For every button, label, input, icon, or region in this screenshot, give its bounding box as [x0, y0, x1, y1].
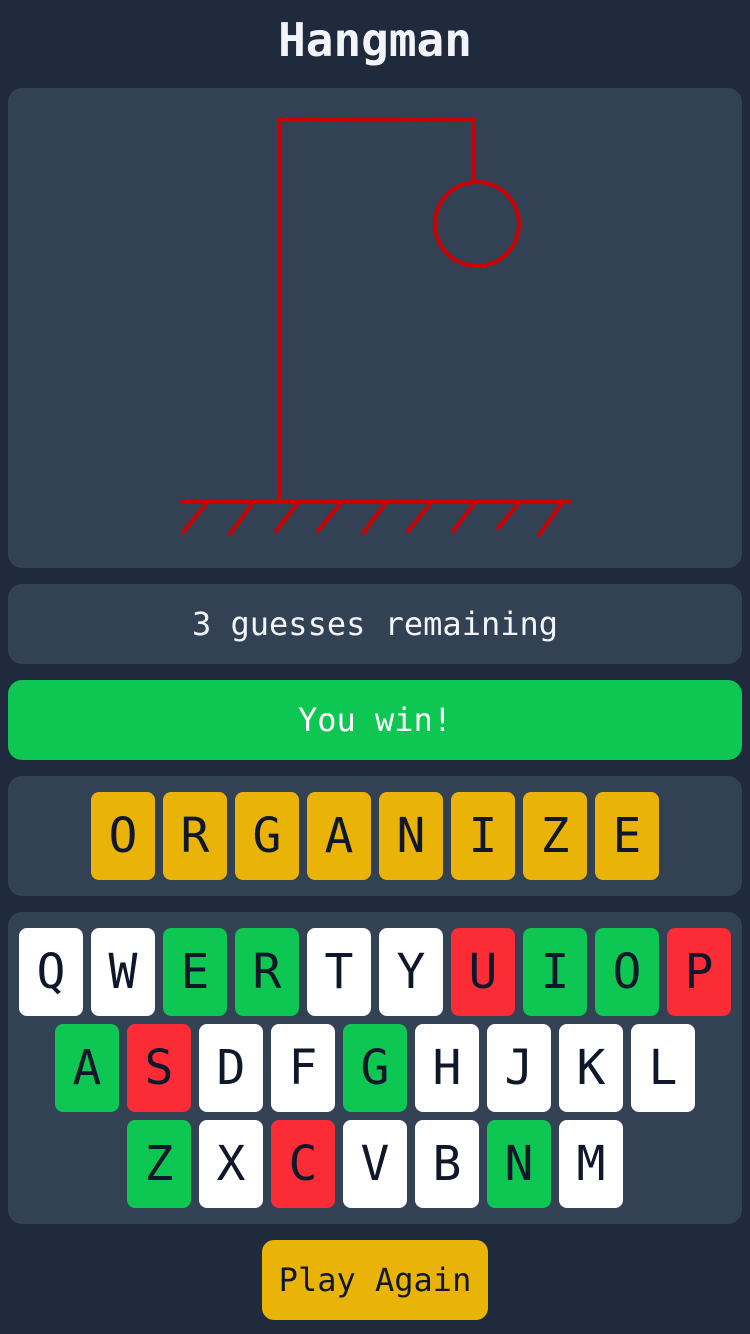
- word-letter-tile: R: [163, 792, 227, 880]
- key-x[interactable]: X: [199, 1120, 263, 1208]
- result-banner: You win!: [8, 680, 742, 760]
- word-panel: O R G A N I Z E: [8, 776, 742, 896]
- word-letter-tile: I: [451, 792, 515, 880]
- key-y[interactable]: Y: [379, 928, 443, 1016]
- key-w[interactable]: W: [91, 928, 155, 1016]
- guesses-remaining-text: 3 guesses remaining: [191, 605, 559, 643]
- word-letter-tile: A: [307, 792, 371, 880]
- key-v[interactable]: V: [343, 1120, 407, 1208]
- key-n[interactable]: N: [487, 1120, 551, 1208]
- gallows-hatch: [181, 502, 208, 534]
- play-again-button[interactable]: Play Again: [262, 1240, 488, 1320]
- key-k[interactable]: K: [559, 1024, 623, 1112]
- key-s[interactable]: S: [127, 1024, 191, 1112]
- gallows-hatch: [496, 502, 520, 530]
- key-g[interactable]: G: [343, 1024, 407, 1112]
- gallows-hatch: [361, 502, 387, 535]
- key-e[interactable]: E: [163, 928, 227, 1016]
- play-again-label: Play Again: [278, 1261, 472, 1299]
- key-z[interactable]: Z: [127, 1120, 191, 1208]
- gallows-hatch: [274, 502, 299, 533]
- hangman-drawing-panel: [8, 88, 742, 568]
- key-i[interactable]: I: [523, 928, 587, 1016]
- key-o[interactable]: O: [595, 928, 659, 1016]
- word-letter-tile: G: [235, 792, 299, 880]
- key-d[interactable]: D: [199, 1024, 263, 1112]
- gallows-hatch: [316, 502, 342, 533]
- keyboard-row-2: ASDFGHJKL: [8, 1024, 742, 1112]
- gallows-hatch: [537, 502, 563, 537]
- key-h[interactable]: H: [415, 1024, 479, 1112]
- word-letter-tile: Z: [523, 792, 587, 880]
- word-letter-tile: N: [379, 792, 443, 880]
- result-text: You win!: [297, 701, 453, 739]
- key-b[interactable]: B: [415, 1120, 479, 1208]
- key-m[interactable]: M: [559, 1120, 623, 1208]
- key-p[interactable]: P: [667, 928, 731, 1016]
- word-letters: O R G A N I Z E: [8, 792, 742, 880]
- key-u[interactable]: U: [451, 928, 515, 1016]
- gallows-hatch: [228, 502, 254, 536]
- keyboard-row-1: QWERTYUIOP: [8, 928, 742, 1016]
- hangman-head: [433, 180, 521, 268]
- key-a[interactable]: A: [55, 1024, 119, 1112]
- key-j[interactable]: J: [487, 1024, 551, 1112]
- gallows-hatch: [451, 502, 476, 533]
- key-f[interactable]: F: [271, 1024, 335, 1112]
- key-q[interactable]: Q: [19, 928, 83, 1016]
- guesses-remaining-status: 3 guesses remaining: [8, 584, 742, 664]
- page-title: Hangman: [278, 13, 472, 67]
- key-r[interactable]: R: [235, 928, 299, 1016]
- key-t[interactable]: T: [307, 928, 371, 1016]
- keyboard-row-3: ZXCVBNM: [8, 1120, 742, 1208]
- word-letter-tile: E: [595, 792, 659, 880]
- word-letter-tile: O: [91, 792, 155, 880]
- gallows-beam: [278, 117, 476, 122]
- gallows-hatch: [406, 502, 432, 533]
- key-c[interactable]: C: [271, 1120, 335, 1208]
- hangman-drawing: [180, 117, 572, 537]
- key-l[interactable]: L: [631, 1024, 695, 1112]
- letter-keyboard: QWERTYUIOP ASDFGHJKL ZXCVBNM: [8, 912, 742, 1224]
